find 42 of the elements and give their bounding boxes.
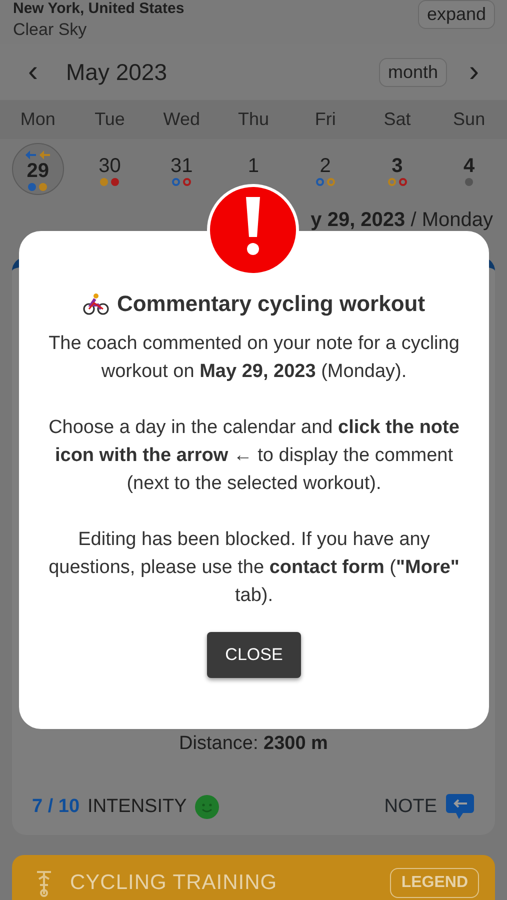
selected-date-text: y 29, 2023 / Monday (310, 209, 493, 231)
weekday-label: Sat (382, 108, 412, 131)
close-button[interactable]: CLOSE (207, 632, 301, 678)
calendar-day[interactable]: 29 (12, 143, 64, 195)
weekday-label: Tue (94, 108, 126, 131)
intensity-value: 7 / 10 (32, 794, 80, 818)
modal-title: Commentary cycling workout (116, 290, 426, 318)
day-number: 4 (464, 156, 475, 176)
weekday-label: Thu (236, 108, 270, 131)
calendar-day[interactable]: 30 (84, 143, 136, 186)
modal-paragraph: Editing has been blocked. If you have any questions, please use the contact form ("More" tab). (48, 528, 460, 608)
calendar-day[interactable]: 4 (443, 143, 496, 186)
location-title: New York, United States (13, 0, 184, 17)
smiley-icon (194, 794, 219, 819)
day-number: 3 (392, 156, 403, 176)
calendar-day[interactable]: 1 (227, 143, 280, 176)
expand-button[interactable]: expand (418, 0, 495, 29)
previous-month-button[interactable]: ‹ (22, 57, 44, 87)
weekday-label: Wed (162, 108, 201, 131)
month-view-button[interactable]: month (378, 58, 447, 86)
note-arrow-icon (445, 792, 475, 821)
day-number: 31 (170, 156, 193, 176)
modal-paragraph: Choose a day in the calendar and click the note icon with the arrow ← to display the comment (next to the selected workout). (48, 416, 460, 496)
month-title: May 2023 (66, 58, 168, 87)
weekday-label: Fri (314, 108, 337, 131)
distance-text: Distance: 2300 m (178, 732, 329, 756)
day-number: 1 (248, 156, 260, 176)
note-button[interactable]: NOTE (384, 792, 475, 821)
calendar-day[interactable]: 2 (299, 143, 352, 186)
calendar-day[interactable]: 31 (156, 143, 208, 186)
training-title: CYCLING TRAINING (70, 870, 278, 896)
day-number: 2 (320, 156, 331, 176)
day-number: 29 (26, 161, 50, 181)
weekday-label: Mon (19, 108, 56, 131)
legend-button[interactable]: LEGEND (390, 868, 479, 898)
weather-text: Clear Sky (13, 19, 88, 41)
day-number: 30 (98, 156, 121, 176)
intensity-label: INTENSITY (88, 794, 187, 818)
modal-paragraph: The coach commented on your note for a cycling workout on May 29, 2023 (Monday). (48, 332, 460, 384)
calendar-day[interactable]: 3 (371, 143, 424, 186)
next-month-button[interactable]: › (463, 57, 485, 87)
weekday-label: Sun (452, 108, 486, 131)
